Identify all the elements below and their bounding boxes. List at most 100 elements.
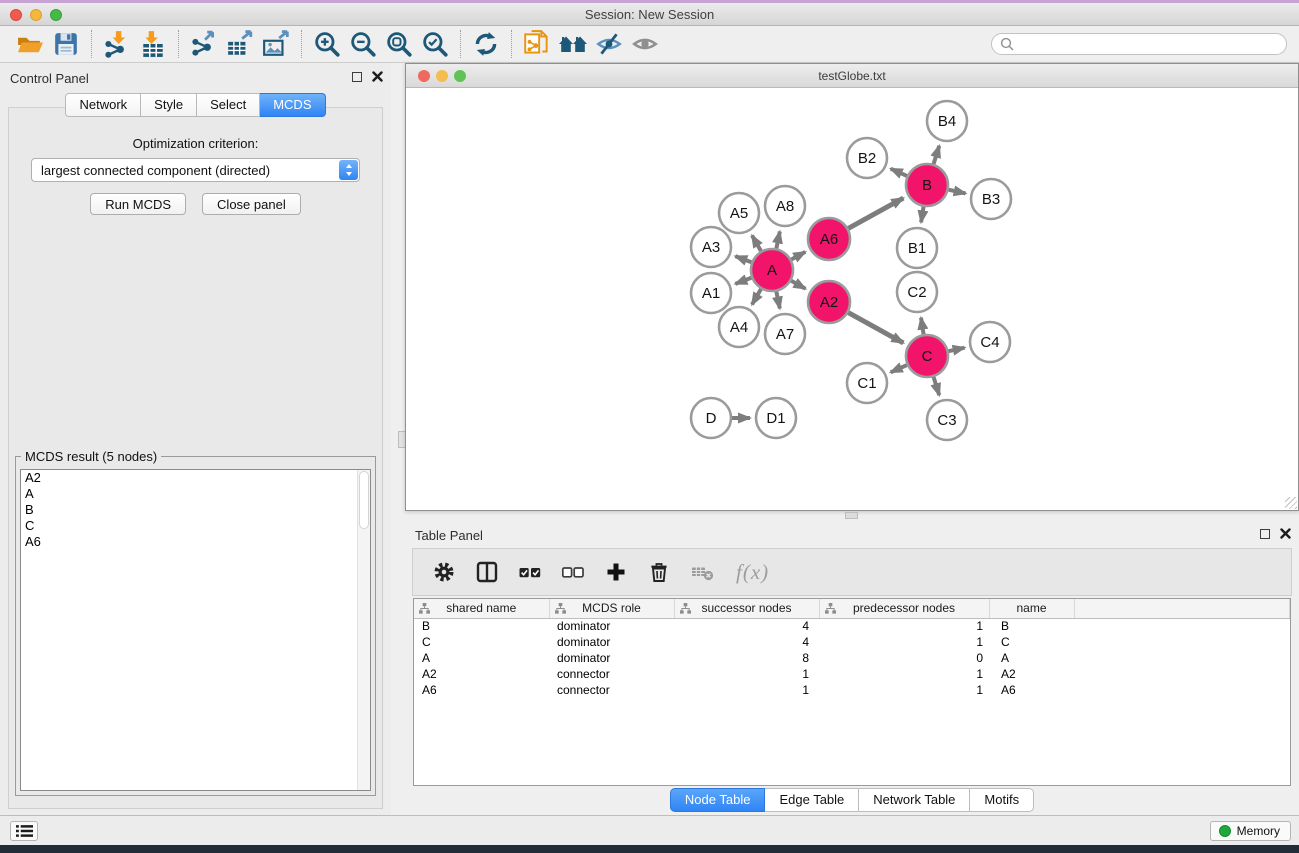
graph-node-B2[interactable]: B2 xyxy=(847,138,887,178)
table-row[interactable]: Cdominator41C xyxy=(414,634,1290,650)
tab-style[interactable]: Style xyxy=(141,93,197,117)
mcds-result-item[interactable]: A2 xyxy=(21,470,357,486)
table-row[interactable]: Adominator80A xyxy=(414,650,1290,666)
mcds-result-item[interactable]: A xyxy=(21,486,357,502)
graph-node-B1[interactable]: B1 xyxy=(897,228,937,268)
zoom-in-button[interactable] xyxy=(309,29,345,59)
task-history-button[interactable] xyxy=(10,821,38,841)
search-input[interactable] xyxy=(1019,37,1278,52)
graph-edge-A-A6[interactable] xyxy=(791,252,805,260)
show-graphics-details-button[interactable] xyxy=(627,29,663,59)
mcds-result-item[interactable]: B xyxy=(21,502,357,518)
tab-network[interactable]: Network xyxy=(65,93,141,117)
graph-edge-A-A8[interactable] xyxy=(776,231,779,248)
graph-edge-A2-C[interactable] xyxy=(848,313,903,343)
graph-edge-B-B2[interactable] xyxy=(891,169,907,176)
tab-node-table[interactable]: Node Table xyxy=(670,788,766,812)
graph-node-A1[interactable]: A1 xyxy=(691,273,731,313)
tab-motifs[interactable]: Motifs xyxy=(970,788,1034,812)
zoom-out-button[interactable] xyxy=(345,29,381,59)
graph-edge-A-A5[interactable] xyxy=(752,236,761,251)
graph-node-B[interactable]: B xyxy=(906,164,948,206)
result-scrollbar[interactable] xyxy=(357,470,370,790)
search-field[interactable] xyxy=(991,33,1287,55)
window-resize-corner[interactable] xyxy=(1285,497,1297,509)
apply-layout-button[interactable] xyxy=(468,29,504,59)
graph-node-A7[interactable]: A7 xyxy=(765,314,805,354)
graph-node-A5[interactable]: A5 xyxy=(719,193,759,233)
graph-edge-C-C3[interactable] xyxy=(934,377,940,395)
column-header-successor-nodes[interactable]: successor nodes xyxy=(674,599,819,618)
show-column-button[interactable] xyxy=(476,561,498,583)
tab-edge-table[interactable]: Edge Table xyxy=(765,788,859,812)
hide-graphics-details-button[interactable] xyxy=(591,29,627,59)
graph-node-A8[interactable]: A8 xyxy=(765,186,805,226)
tab-mcds[interactable]: MCDS xyxy=(260,93,325,117)
home-button[interactable] xyxy=(555,29,591,59)
graph-edge-B-B3[interactable] xyxy=(948,190,965,194)
mcds-result-list[interactable]: A2ABCA6 xyxy=(20,469,371,791)
network-window-titlebar[interactable]: testGlobe.txt xyxy=(406,64,1298,88)
graph-node-C2[interactable]: C2 xyxy=(897,272,937,312)
import-network-button[interactable] xyxy=(99,29,135,59)
graph-node-C[interactable]: C xyxy=(906,335,948,377)
zoom-fit-button[interactable] xyxy=(381,29,417,59)
export-network-button[interactable] xyxy=(186,29,222,59)
node-table[interactable]: shared name MCDS role successor nodes xyxy=(413,598,1291,786)
graph-node-B3[interactable]: B3 xyxy=(971,179,1011,219)
open-session-button[interactable] xyxy=(12,29,48,59)
float-panel-icon[interactable] xyxy=(352,72,362,82)
close-panel-button[interactable]: Close panel xyxy=(202,193,301,215)
column-header-mcds-role[interactable]: MCDS role xyxy=(549,599,674,618)
graph-edge-B-B4[interactable] xyxy=(934,146,940,164)
table-settings-button[interactable] xyxy=(433,561,455,583)
tab-network-table[interactable]: Network Table xyxy=(859,788,970,812)
run-mcds-button[interactable]: Run MCDS xyxy=(90,193,186,215)
graph-edge-A-A3[interactable] xyxy=(735,256,751,262)
column-header-predecessor-nodes[interactable]: predecessor nodes xyxy=(819,599,989,618)
graph-node-A3[interactable]: A3 xyxy=(691,227,731,267)
close-table-panel-icon[interactable] xyxy=(1280,528,1291,539)
graph-edge-A-A7[interactable] xyxy=(776,292,779,309)
graph-node-C4[interactable]: C4 xyxy=(970,322,1010,362)
delete-column-button[interactable] xyxy=(648,561,670,583)
graph-edge-C-C1[interactable] xyxy=(891,365,907,372)
export-image-button[interactable] xyxy=(258,29,294,59)
result-scrollbar-thumb[interactable] xyxy=(359,471,369,529)
graph-edge-B-B1[interactable] xyxy=(921,207,923,223)
graph-edge-C-C4[interactable] xyxy=(948,348,964,352)
unselect-all-columns-button[interactable] xyxy=(562,561,584,583)
table-row[interactable]: Bdominator41B xyxy=(414,618,1290,634)
graph-node-A6[interactable]: A6 xyxy=(808,218,850,260)
column-header-name[interactable]: name xyxy=(989,599,1074,618)
graph-node-D[interactable]: D xyxy=(691,398,731,438)
export-table-button[interactable] xyxy=(222,29,258,59)
graph-node-C1[interactable]: C1 xyxy=(847,363,887,403)
graph-node-A[interactable]: A xyxy=(751,249,793,291)
zoom-selected-button[interactable] xyxy=(417,29,453,59)
graph-edge-A-A2[interactable] xyxy=(791,281,805,289)
graph-edge-A6-B[interactable] xyxy=(848,198,903,228)
graph-node-A4[interactable]: A4 xyxy=(719,307,759,347)
graph-node-A2[interactable]: A2 xyxy=(808,281,850,323)
graph-node-D1[interactable]: D1 xyxy=(756,398,796,438)
table-row[interactable]: A2connector11A2 xyxy=(414,666,1290,682)
import-table-button[interactable] xyxy=(135,29,171,59)
graph-edge-C-C2[interactable] xyxy=(921,318,924,335)
graph-node-C3[interactable]: C3 xyxy=(927,400,967,440)
column-header-shared-name[interactable]: shared name xyxy=(414,599,549,618)
save-session-button[interactable] xyxy=(48,29,84,59)
horizontal-splitter-handle[interactable] xyxy=(845,512,858,519)
create-column-button[interactable] xyxy=(605,561,627,583)
graph-edge-A-A4[interactable] xyxy=(752,289,761,304)
float-table-panel-icon[interactable] xyxy=(1260,529,1270,539)
table-row[interactable]: A6connector11A6 xyxy=(414,682,1290,698)
tab-select[interactable]: Select xyxy=(197,93,260,117)
graph-edge-A-A1[interactable] xyxy=(735,278,751,284)
memory-button[interactable]: Memory xyxy=(1210,821,1291,841)
optimization-criterion-select[interactable]: largest connected component (directed) xyxy=(31,158,360,182)
network-graph-svg[interactable]: B4 B2 B B3 A8A5 A6 A3 B1 A C2 A1 A2 A4A7 C4 C C1 C3 D D1 xyxy=(406,89,1298,510)
mcds-result-item[interactable]: A6 xyxy=(21,534,357,550)
graph-node-B4[interactable]: B4 xyxy=(927,101,967,141)
select-all-columns-button[interactable] xyxy=(519,561,541,583)
